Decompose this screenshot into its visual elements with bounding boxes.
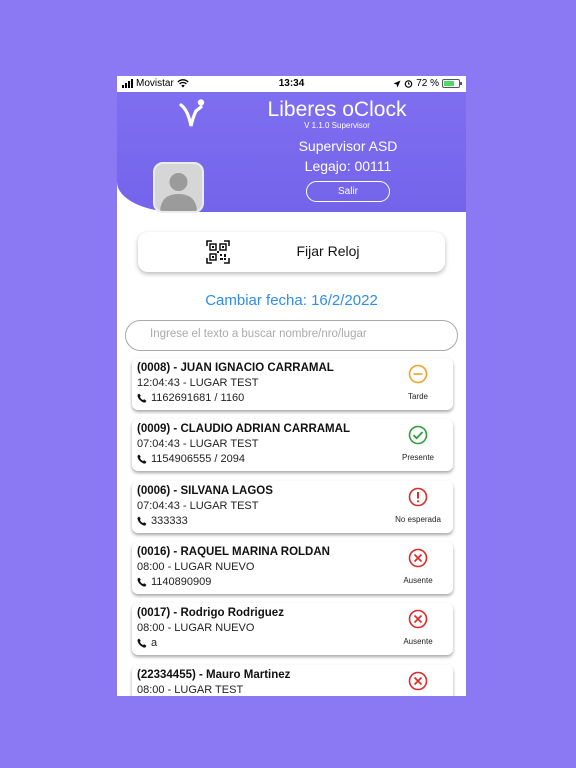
x-circle-icon <box>408 671 428 690</box>
avatar <box>153 162 204 213</box>
salir-button[interactable]: Salir <box>306 181 390 202</box>
employee-phone: 1154906555 / 2094 <box>137 453 245 465</box>
status-indicator: Ausente <box>386 607 450 651</box>
location-arrow-icon <box>393 80 401 87</box>
minus-circle-icon <box>408 364 428 384</box>
employee-time-place: 08:00 - LUGAR TEST <box>137 683 244 696</box>
phone-icon <box>137 577 147 587</box>
status-label: Ausente <box>403 575 433 585</box>
fijar-reloj-label: Fijar Reloj <box>296 243 360 259</box>
cambiar-fecha-link[interactable]: Cambiar fecha: 16/2/2022 <box>117 292 466 309</box>
employee-phone-number: 1162691681 / 1160 <box>151 392 245 404</box>
phone-icon <box>137 393 147 403</box>
employee-phone: 1140890909 <box>137 576 211 588</box>
status-label: No esperada <box>395 514 441 524</box>
employee-time-place: 08:00 - LUGAR NUEVO <box>137 622 255 635</box>
status-label: Ausente <box>403 637 433 647</box>
app-title: Liberes oClock <box>267 98 407 121</box>
fijar-reloj-button[interactable]: Fijar Reloj <box>138 232 445 272</box>
employee-phone-number: a <box>151 637 158 650</box>
status-label: Presente <box>401 453 435 463</box>
employee-time-place: 08:00 - LUGAR NUEVO <box>137 560 255 573</box>
exclamation-circle-icon <box>408 487 428 506</box>
supervisor-name: Supervisor ASD <box>298 138 398 154</box>
supervisor-legajo: Legajo: 00111 <box>304 158 392 174</box>
phone-icon <box>137 454 147 464</box>
employee-name: (0016) - RAQUEL MARINA ROLDAN <box>137 545 330 558</box>
employee-card[interactable]: (0016) - RAQUEL MARINA ROLDAN 08:00 - LUG… <box>132 541 453 594</box>
employee-time-place: 07:04:43 - LUGAR TEST <box>137 499 259 512</box>
employee-name: (0006) - SILVANA LAGOS <box>137 484 273 497</box>
employee-card[interactable]: (0009) - CLAUDIO ADRIAN CARRAMAL 07:04:43… <box>132 419 453 472</box>
status-right: 72 % <box>393 78 462 89</box>
battery-fill <box>444 81 455 86</box>
search-input[interactable] <box>150 328 440 340</box>
employee-name: (0008) - JUAN IGNACIO CARRAMAL <box>137 362 334 374</box>
battery-icon <box>442 79 462 88</box>
employee-card[interactable]: (22334455) - Mauro Martinez 08:00 - LUGAR… <box>132 664 453 697</box>
status-bar: Movistar 13:34 72 % <box>117 76 466 92</box>
user-placeholder-icon <box>160 173 197 211</box>
employee-phone: 1162691681 / 1160 <box>137 392 244 404</box>
employee-phone-number: 333333 <box>151 514 188 527</box>
liberes-logo-icon <box>179 99 205 127</box>
status-label: Tarde <box>407 392 428 401</box>
employee-name: (0009) - CLAUDIO ADRIAN CARRAMAL <box>137 423 350 436</box>
battery-percent: 72 % <box>416 78 439 89</box>
employee-time-place: 12:04:43 - LUGAR TEST <box>137 377 259 389</box>
employee-name: (22334455) - Mauro Martinez <box>137 668 291 681</box>
employee-phone: 333333 <box>137 515 188 527</box>
phone-icon <box>137 638 147 648</box>
qr-code-icon <box>206 240 230 264</box>
check-circle-icon <box>408 425 428 445</box>
alarm-icon <box>404 80 413 88</box>
search-box[interactable] <box>125 320 458 351</box>
app-header: Liberes oClock V 1.1.0 Supervisor Superv… <box>117 92 466 213</box>
employee-phone: a <box>137 637 157 649</box>
status-indicator: Ausente <box>386 546 450 590</box>
status-indicator <box>386 669 450 697</box>
employee-card[interactable]: (0017) - Rodrigo Rodriguez 08:00 - LUGAR … <box>132 603 453 656</box>
status-indicator: Tarde <box>386 362 450 406</box>
x-circle-icon <box>408 548 428 568</box>
x-circle-icon <box>408 609 428 629</box>
app-screen: Movistar 13:34 72 % Liberes oClock V 1.1… <box>117 76 466 696</box>
status-indicator: Presente <box>386 423 450 467</box>
employee-time-place: 07:04:43 - LUGAR TEST <box>137 438 259 451</box>
employee-phone-number: 1140890909 <box>151 575 212 588</box>
employee-name: (0017) - Rodrigo Rodriguez <box>137 607 284 620</box>
app-version: V 1.1.0 Supervisor <box>304 121 370 130</box>
employee-card[interactable]: (0006) - SILVANA LAGOS 07:04:43 - LUGAR T… <box>132 480 453 533</box>
employee-card[interactable]: (0008) - JUAN IGNACIO CARRAMAL 12:04:43 -… <box>132 358 453 410</box>
status-indicator: No esperada <box>386 485 450 529</box>
employee-phone-number: 1154906555 / 2094 <box>151 453 245 466</box>
phone-icon <box>137 516 147 526</box>
